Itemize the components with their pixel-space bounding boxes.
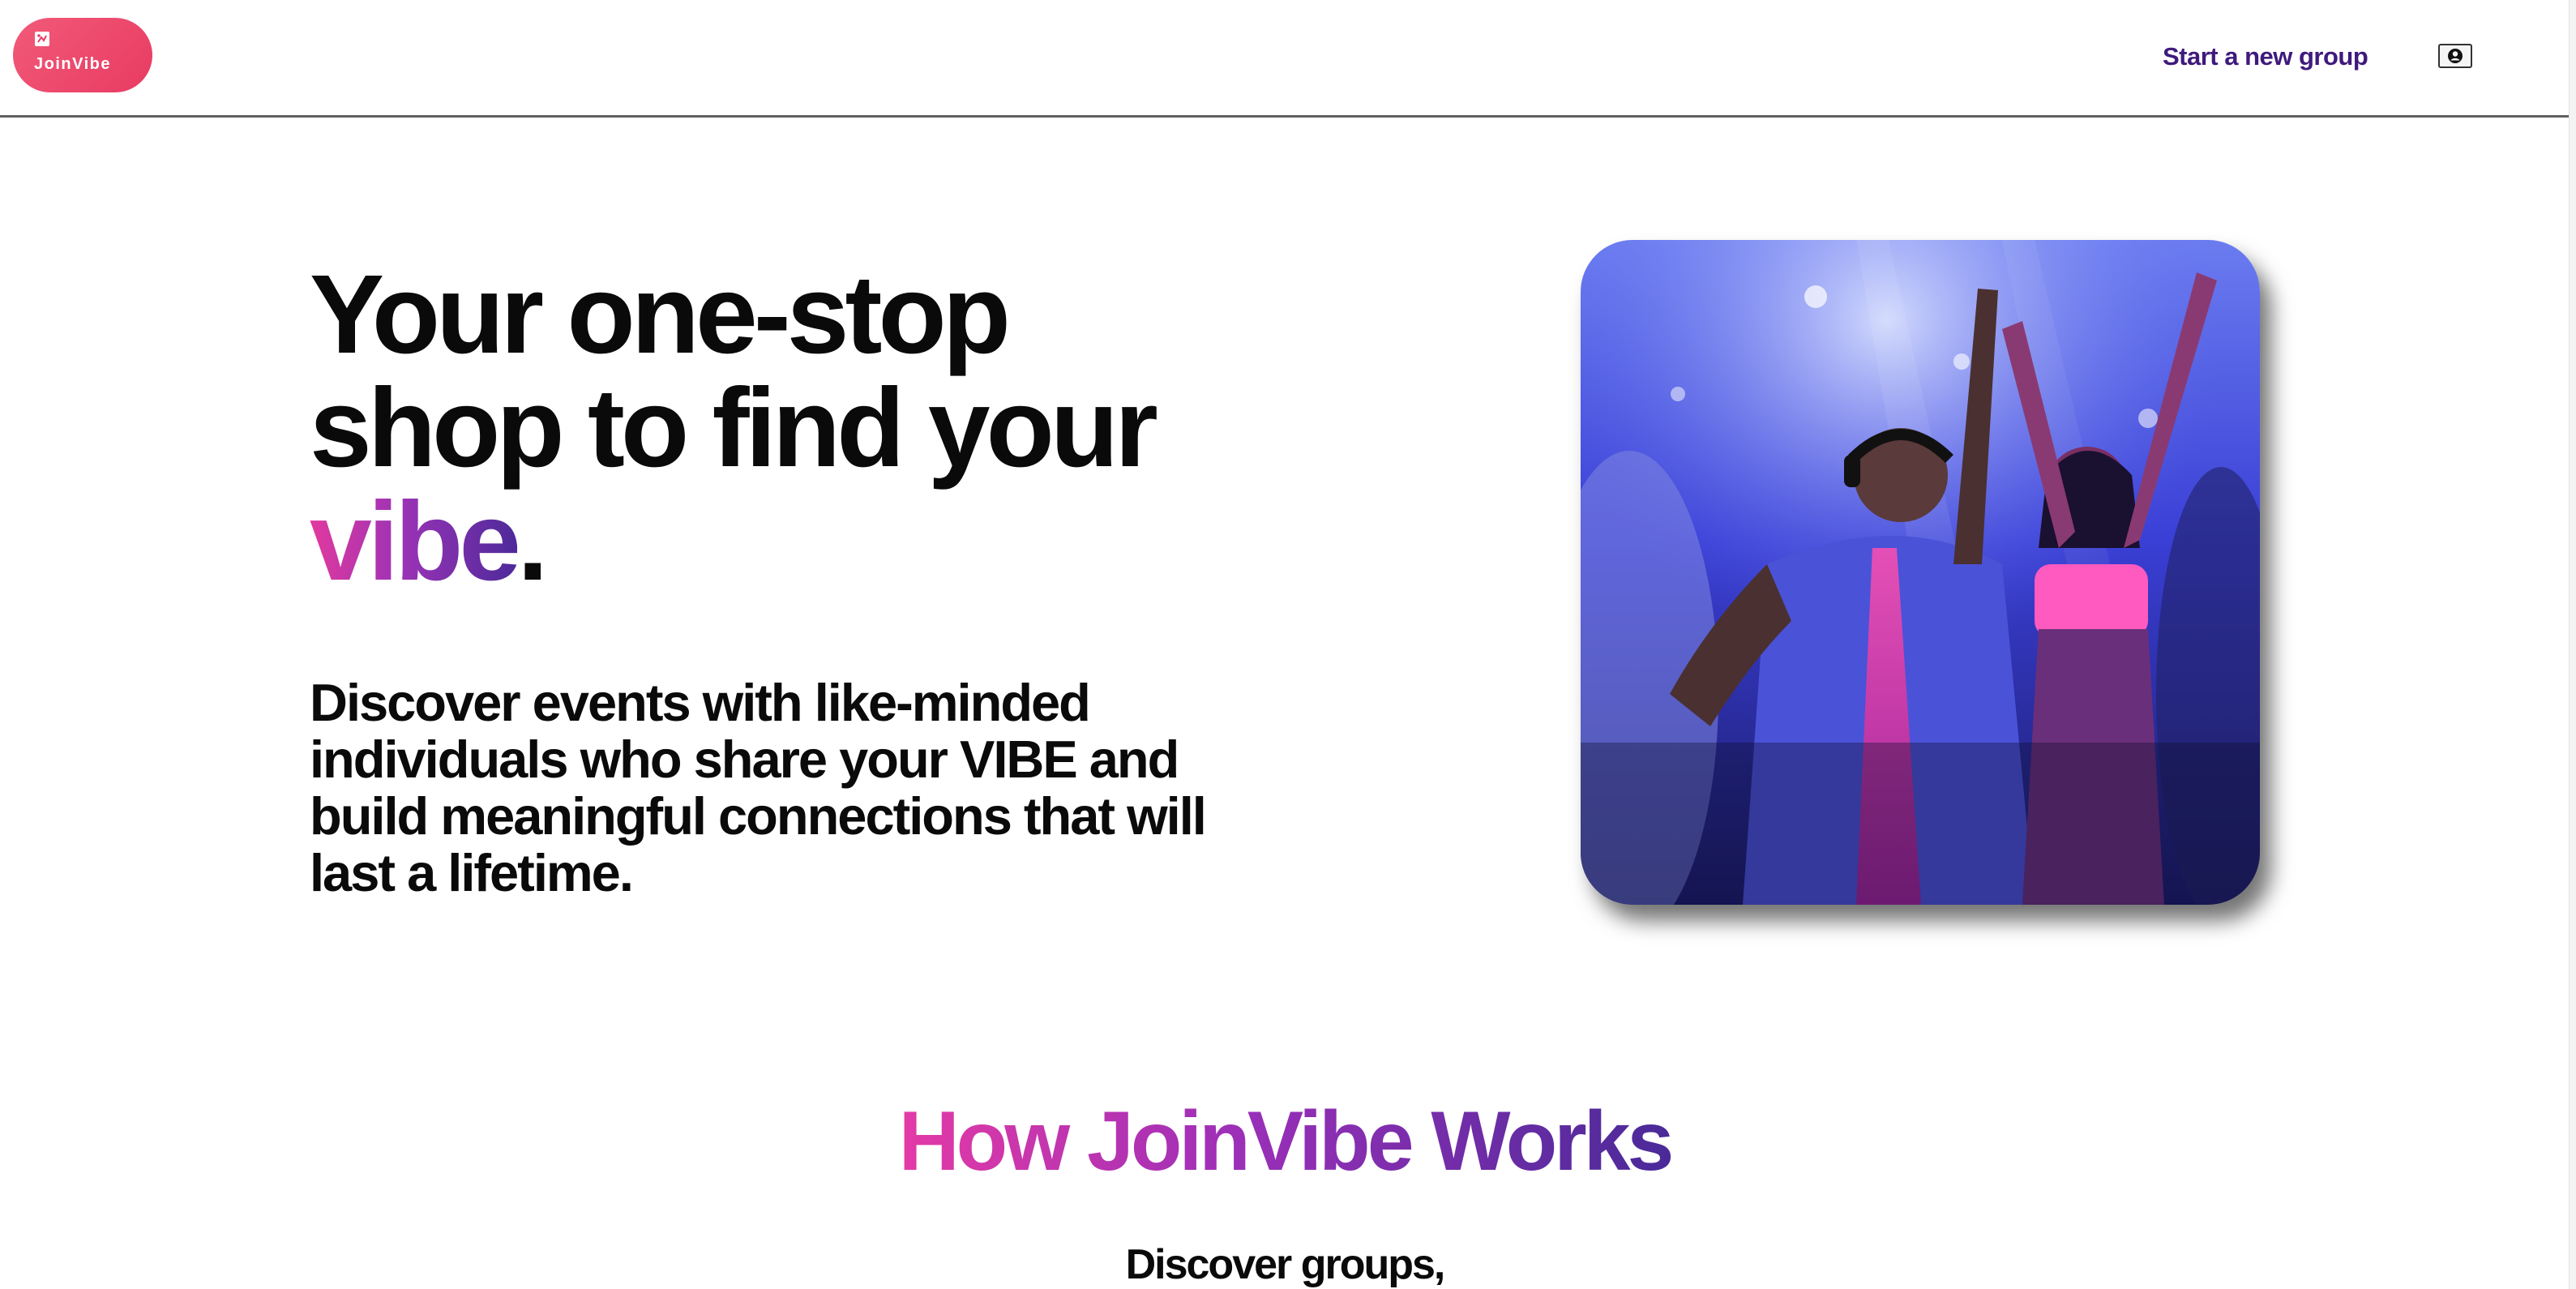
hero-title-line1: Your one-stop (310, 252, 1011, 377)
hero-title-accent: vibe (310, 479, 521, 604)
hero-title-line2: shop to find your (310, 366, 1158, 490)
vertical-scrollbar[interactable] (2569, 0, 2576, 1289)
user-circle-icon (2448, 49, 2463, 63)
hero-subtitle: Discover events with like-minded individ… (310, 673, 1207, 902)
hero-title-period: . (517, 479, 548, 604)
logo-icon (35, 32, 49, 46)
concert-photo-illustration (1581, 240, 2260, 905)
logo-text: JoinVibe (34, 55, 111, 73)
joinvibe-logo[interactable]: JoinVibe (13, 18, 152, 92)
hero-title: Your one-stop shop to find your vibe. (310, 258, 1282, 598)
how-it-works-title: How JoinVibe Works (0, 1093, 2570, 1190)
top-nav-bar: JoinVibe Start a new group (0, 0, 2570, 118)
discover-groups-heading: Discover groups, (1125, 1241, 1446, 1288)
profile-menu-button[interactable] (2438, 44, 2472, 68)
how-it-works-title-text: How JoinVibe Works (898, 1094, 1675, 1188)
page: JoinVibe Start a new group Your one-stop… (0, 0, 2576, 1289)
start-new-group-link[interactable]: Start a new group (2163, 42, 2368, 71)
hero-concert-photo (1581, 240, 2260, 905)
